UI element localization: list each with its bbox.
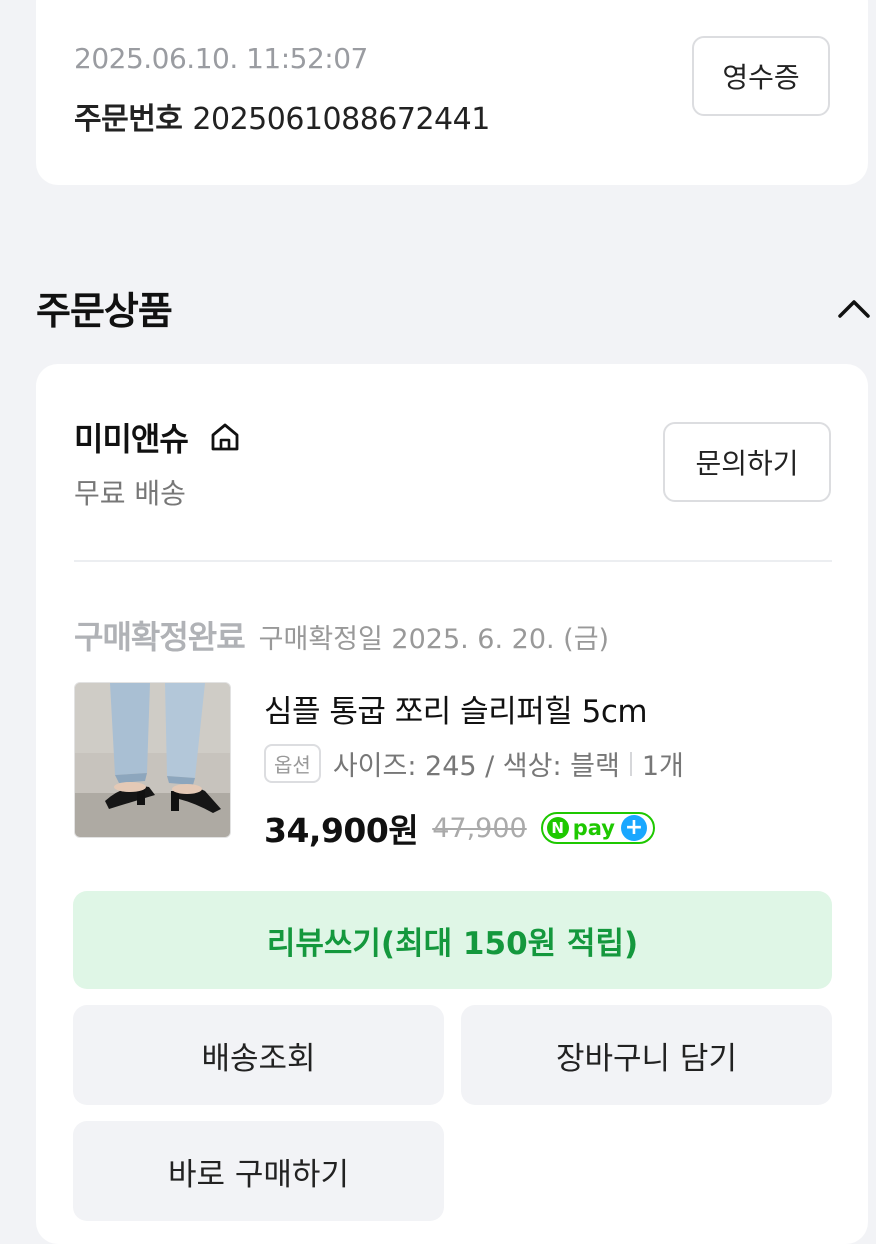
product-name[interactable]: 심플 통굽 쪼리 슬리퍼힐 5cm <box>264 686 648 731</box>
home-icon[interactable] <box>208 420 242 454</box>
order-number-value: 2025061088672441 <box>192 102 490 137</box>
npay-n-icon: N <box>546 817 569 839</box>
track-delivery-button[interactable]: 배송조회 <box>73 1005 444 1105</box>
order-datetime: 2025.06.10. 11:52:07 <box>74 42 368 75</box>
product-image <box>75 683 230 837</box>
purchase-status: 구매확정완료 <box>74 618 246 656</box>
section-title: 주문상품 <box>36 289 173 333</box>
order-info-card: 2025.06.10. 11:52:07 주문번호 202506108867244… <box>36 0 868 185</box>
chevron-up-icon[interactable] <box>834 290 874 324</box>
option-separator <box>629 751 632 776</box>
order-items-card: 미미앤슈 무료 배송 문의하기 구매확정완료 구매확정일 2025. 6. 20… <box>36 364 868 1244</box>
original-price: 47,900 <box>432 812 527 844</box>
purchase-status-row: 구매확정완료 구매확정일 2025. 6. 20. (금) <box>74 612 609 658</box>
option-tag: 옵션 <box>264 744 321 783</box>
npay-label: pay <box>572 816 615 840</box>
add-to-cart-button[interactable]: 장바구니 담기 <box>461 1005 832 1105</box>
npay-plus-badge: N pay + <box>540 812 655 844</box>
purchase-confirm-date: 구매확정일 2025. 6. 20. (금) <box>258 624 610 655</box>
write-review-button[interactable]: 리뷰쓰기(최대 150원 적립) <box>73 891 832 989</box>
product-thumbnail[interactable] <box>74 682 231 838</box>
plus-icon: + <box>620 815 647 841</box>
buy-now-button[interactable]: 바로 구매하기 <box>73 1121 444 1221</box>
shop-name[interactable]: 미미앤슈 <box>74 414 189 460</box>
receipt-button[interactable]: 영수증 <box>692 36 830 116</box>
quantity: 1개 <box>641 751 684 782</box>
inquiry-button[interactable]: 문의하기 <box>663 422 831 502</box>
order-number: 주문번호 2025061088672441 <box>74 94 490 138</box>
product-option-row: 옵션 사이즈: 245 / 색상: 블랙 1개 <box>264 744 684 783</box>
option-text: 사이즈: 245 / 색상: 블랙 <box>332 751 620 782</box>
divider <box>74 560 832 562</box>
price-row: 34,900원 47,900 N pay + <box>264 804 655 852</box>
shipping-info: 무료 배송 <box>74 477 186 510</box>
sale-price: 34,900원 <box>264 811 419 850</box>
order-number-label: 주문번호 <box>74 102 183 137</box>
